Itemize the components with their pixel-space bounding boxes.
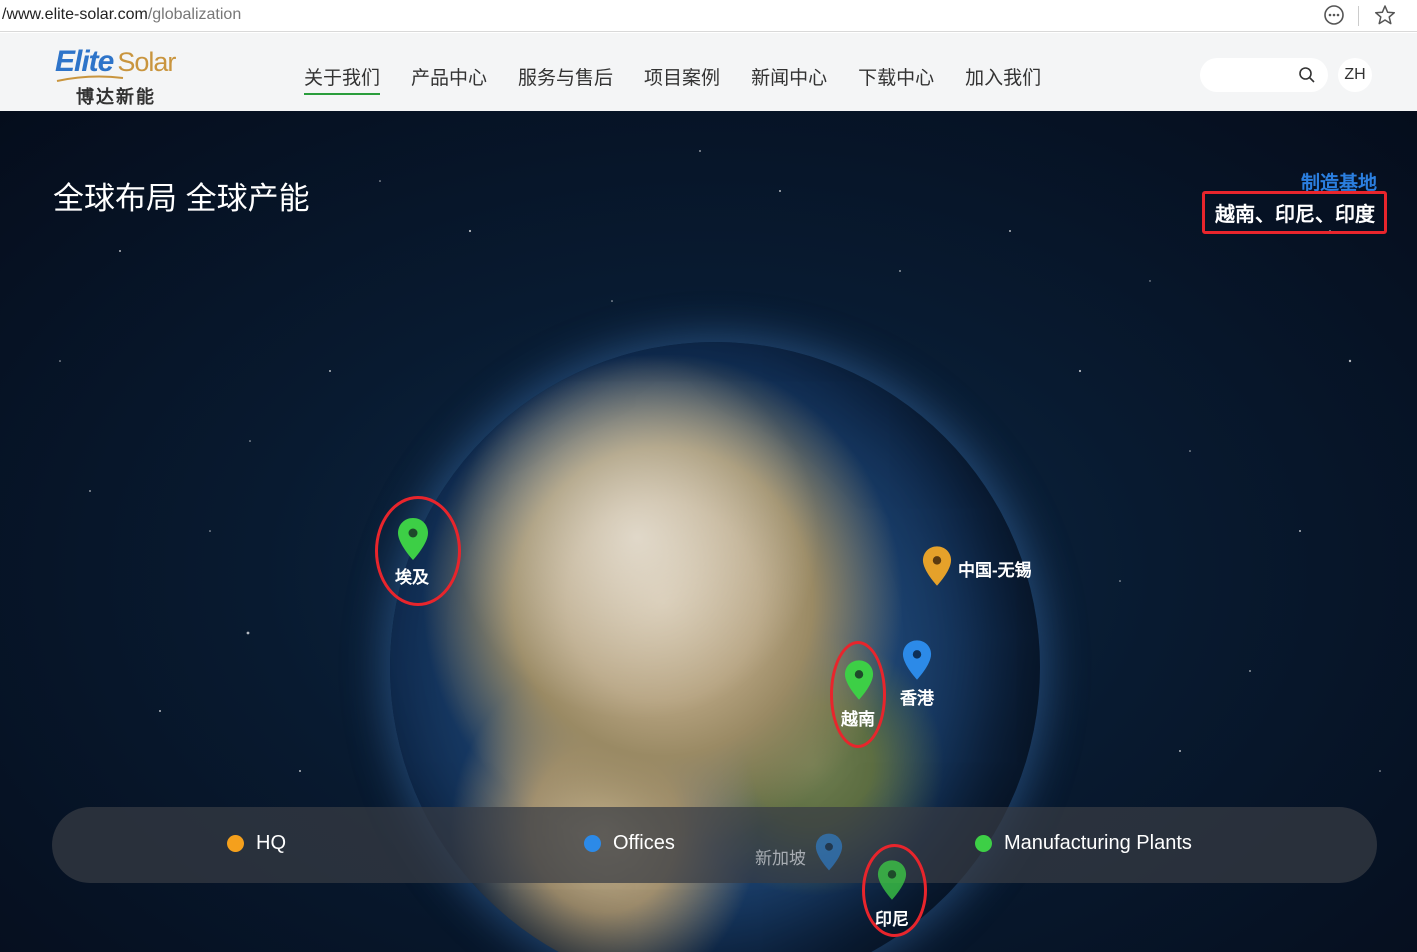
office-pin-singapore-icon[interactable] <box>815 832 843 872</box>
nav-item-about[interactable]: 关于我们 <box>304 63 381 95</box>
hero-title: 全球布局 全球产能 <box>53 181 310 216</box>
legend-item-plants[interactable]: Manufacturing Plants <box>975 832 1192 855</box>
legend-label-hq: HQ <box>256 832 286 854</box>
nav-item-projects[interactable]: 项目案例 <box>644 63 720 95</box>
reader-more-icon[interactable] <box>1322 4 1346 28</box>
legend-item-hq[interactable]: HQ <box>227 832 286 855</box>
office-pin-hongkong-icon[interactable] <box>902 639 932 681</box>
legend-label-offices: Offices <box>613 832 675 854</box>
nav-item-news[interactable]: 新闻中心 <box>751 63 827 95</box>
logo-wordmark: Elite Solar <box>55 45 176 79</box>
highlight-circle-indonesia <box>862 844 927 937</box>
nav-item-downloads[interactable]: 下载中心 <box>858 63 934 95</box>
url-path: /globalization <box>147 6 242 23</box>
main-nav: 关于我们 产品中心 服务与售后 项目案例 新闻中心 下载中心 加入我们 <box>304 63 1072 95</box>
search-input[interactable] <box>1214 65 1294 85</box>
star-favorite-icon[interactable] <box>1373 4 1397 28</box>
plant-dot-icon <box>975 835 992 852</box>
logo-brand-solar: Solar <box>117 47 176 77</box>
divider <box>1358 6 1359 26</box>
legend-item-offices[interactable]: Offices <box>584 832 675 855</box>
office-dot-icon <box>584 835 601 852</box>
search-box <box>1200 58 1328 92</box>
url-host: /www.elite-solar.com <box>2 6 148 23</box>
nav-item-service[interactable]: 服务与售后 <box>518 63 613 95</box>
url-text[interactable]: /www.elite-solar.com/globalization <box>2 6 241 24</box>
highlight-circle-vietnam <box>830 641 886 748</box>
pin-label-wuxi: 中国-无锡 <box>958 561 1032 580</box>
language-switch-button[interactable]: ZH <box>1338 58 1372 92</box>
site-logo[interactable]: Elite Solar 博达新能 <box>55 45 195 107</box>
logo-brand-elite: Elite <box>55 45 114 78</box>
hq-pin-wuxi-icon[interactable] <box>922 545 952 587</box>
manufacturing-base-countries: 越南、印尼、印度 <box>1215 204 1375 226</box>
globalization-hero: 全球布局 全球产能 制造基地 越南、印尼、印度 埃及 中国-无锡 香港 越南 H… <box>0 111 1417 952</box>
nav-item-careers[interactable]: 加入我们 <box>965 63 1041 95</box>
site-header: Elite Solar 博达新能 关于我们 产品中心 服务与售后 项目案例 新闻中… <box>0 33 1417 111</box>
hq-dot-icon <box>227 835 244 852</box>
map-legend: HQ Offices Manufacturing Plants <box>52 807 1377 883</box>
nav-item-products[interactable]: 产品中心 <box>411 63 487 95</box>
logo-chinese-name: 博达新能 <box>76 87 156 107</box>
pin-label-singapore: 新加坡 <box>755 849 806 868</box>
search-icon[interactable] <box>1298 66 1316 84</box>
legend-label-plants: Manufacturing Plants <box>1004 832 1192 854</box>
highlight-circle-egypt <box>375 496 461 606</box>
browser-address-bar: /www.elite-solar.com/globalization <box>0 0 1417 32</box>
logo-swoosh-icon <box>56 75 124 82</box>
pin-label-hongkong: 香港 <box>900 689 934 708</box>
